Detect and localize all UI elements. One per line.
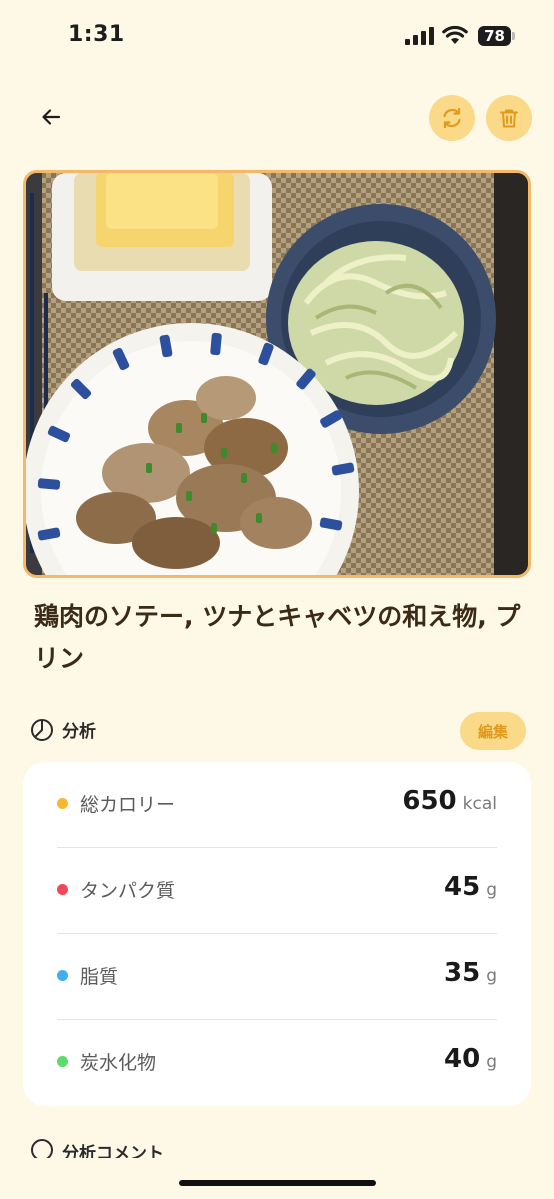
nutrition-row-fat: 脂質 35 g: [57, 934, 497, 1020]
calories-dot: [57, 798, 68, 809]
protein-label: タンパク質: [80, 880, 176, 902]
fat-label: 脂質: [80, 966, 119, 988]
battery-icon: 78: [478, 26, 516, 46]
cellular-signal-icon: [405, 27, 434, 45]
trash-icon: [500, 109, 518, 128]
edit-button[interactable]: 編集: [460, 712, 526, 750]
pie-chart-icon: [31, 718, 53, 741]
analysis-label: 分析: [62, 722, 96, 742]
carbs-dot: [57, 1056, 68, 1067]
calories-value: 650: [402, 786, 457, 816]
carbs-unit: g: [486, 1052, 497, 1072]
refresh-icon: [443, 107, 461, 129]
protein-unit: g: [486, 880, 497, 900]
nutrition-card: 総カロリー 650 kcal タンパク質 45 g 脂質 35 g 炭水化物 4…: [23, 762, 531, 1106]
arrow-left-icon: [42, 109, 61, 125]
nutrition-row-calories: 総カロリー 650 kcal: [57, 762, 497, 848]
delete-button[interactable]: [486, 95, 532, 141]
fat-unit: g: [486, 966, 497, 986]
nutrition-row-carbs: 炭水化物 40 g: [57, 1020, 497, 1106]
fat-value: 35: [444, 958, 481, 988]
protein-dot: [57, 884, 68, 895]
back-button[interactable]: [32, 98, 70, 136]
battery-level: 78: [478, 26, 511, 46]
meal-photo-illustration: [26, 173, 528, 575]
refresh-button[interactable]: [429, 95, 475, 141]
calories-unit: kcal: [462, 794, 497, 814]
calories-label: 総カロリー: [80, 794, 176, 816]
status-time: 1:31: [68, 22, 125, 47]
carbs-label: 炭水化物: [80, 1052, 157, 1074]
carbs-value: 40: [444, 1044, 481, 1074]
comment-icon: [31, 1139, 53, 1158]
fat-dot: [57, 970, 68, 981]
nutrition-row-protein: タンパク質 45 g: [57, 848, 497, 934]
meal-title: 鶏肉のソテー, ツナとキャベツの和え物, プリン: [34, 602, 521, 673]
status-bar: 1:31 78: [0, 0, 554, 70]
analysis-comment-label: 分析コメント: [62, 1144, 164, 1158]
home-indicator[interactable]: [179, 1180, 376, 1186]
analysis-comment-header: 分析コメント: [30, 1138, 164, 1158]
meal-photo: [23, 170, 531, 578]
wifi-icon: [442, 25, 468, 44]
protein-value: 45: [444, 872, 481, 902]
analysis-section-header: 分析: [30, 717, 96, 742]
